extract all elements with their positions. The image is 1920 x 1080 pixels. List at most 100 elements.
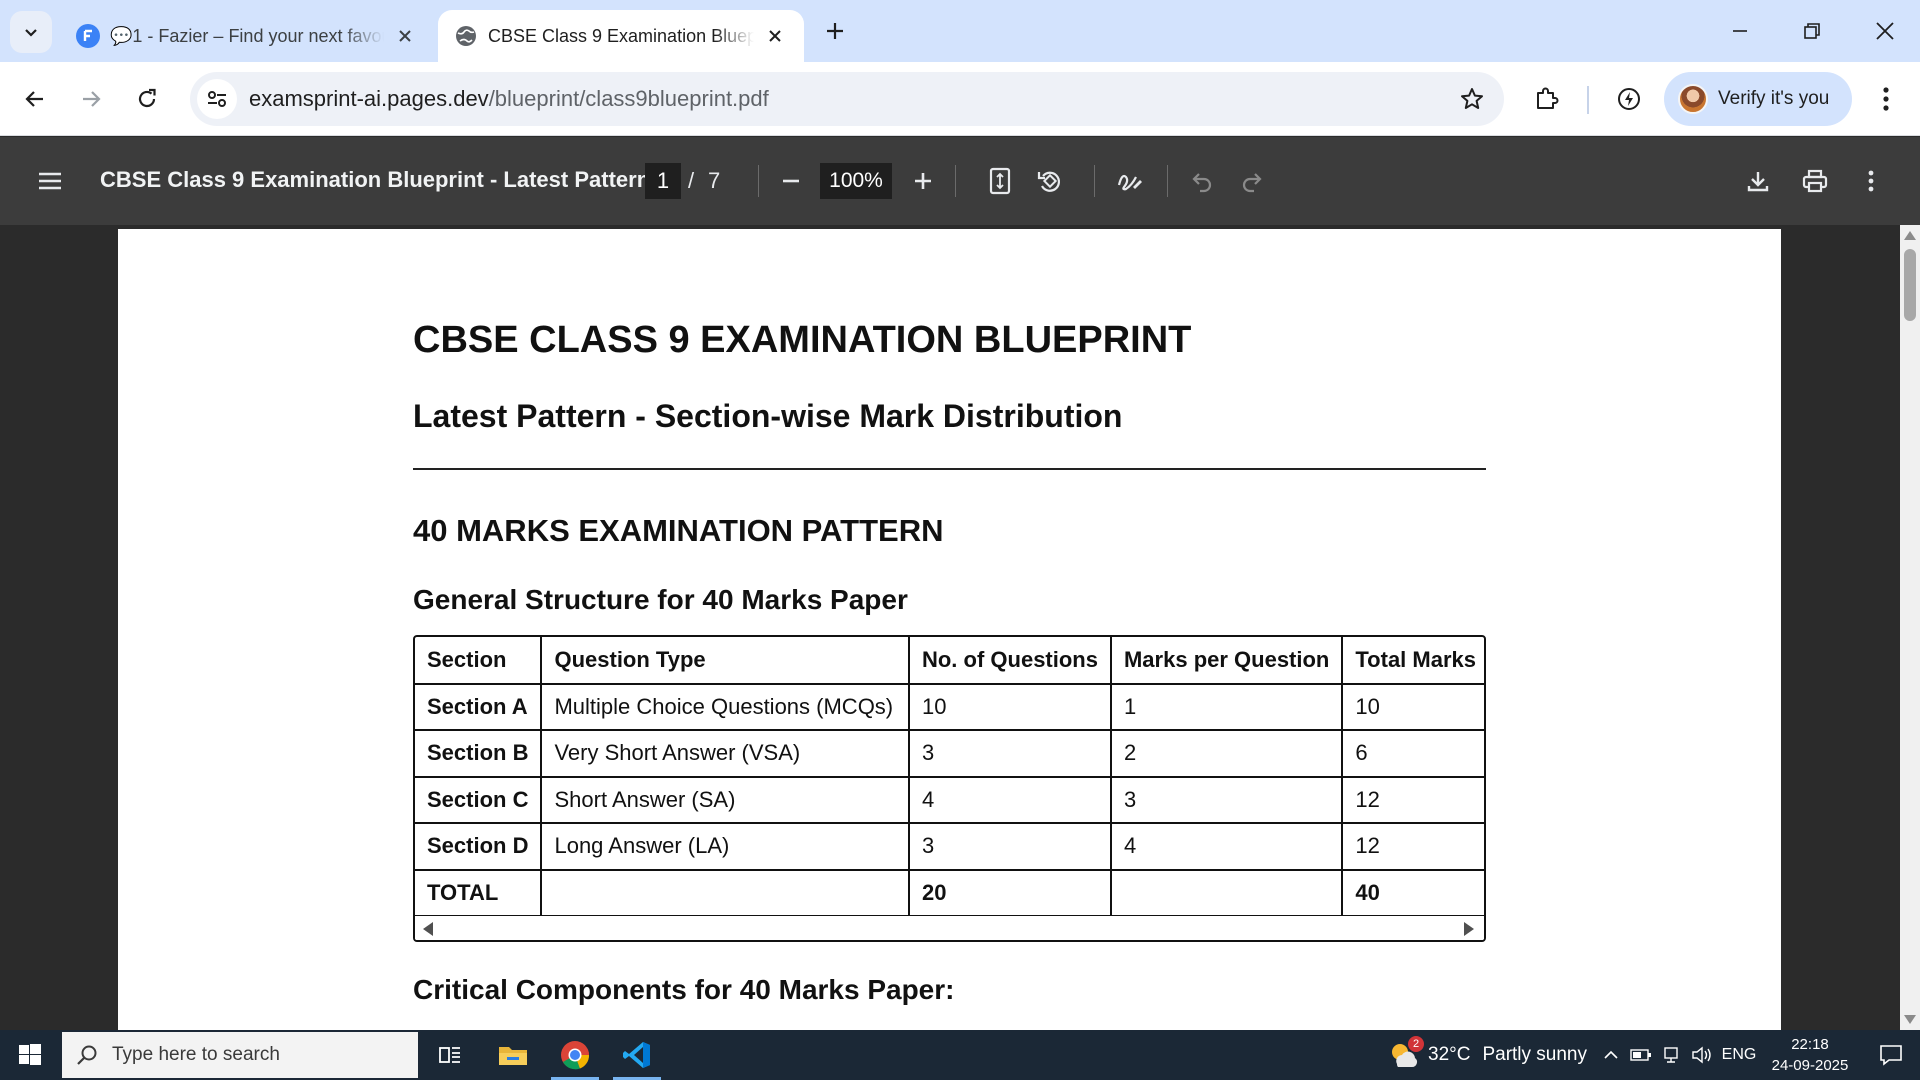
annotate-pen-icon[interactable] xyxy=(1110,161,1150,201)
close-window-icon xyxy=(1875,21,1895,41)
close-icon[interactable] xyxy=(392,23,418,49)
fit-to-page-icon[interactable] xyxy=(980,161,1020,201)
table-horizontal-scrollbar[interactable] xyxy=(415,916,1484,940)
forward-icon xyxy=(79,87,103,111)
system-clock[interactable]: 22:18 24-09-2025 xyxy=(1762,1034,1858,1076)
table-header-cell: Question Type xyxy=(540,637,910,685)
verify-label: Verify it's you xyxy=(1718,88,1830,109)
table-cell: 6 xyxy=(1341,729,1484,778)
tab-title: CBSE Class 9 Examination Blueprint xyxy=(488,25,754,46)
minimize-button[interactable] xyxy=(1710,10,1770,52)
table-cell: Section B xyxy=(415,729,543,778)
table-cell: 4 xyxy=(1109,822,1344,871)
rotate-icon[interactable] xyxy=(1030,161,1070,201)
table-row: Section D Long Answer (LA) 3 4 12 xyxy=(415,822,1484,871)
notification-icon xyxy=(1879,1044,1903,1066)
tab-fazier[interactable]: 💬1 - Fazier – Find your next favourite xyxy=(60,10,434,62)
extensions-icon[interactable] xyxy=(1527,80,1565,118)
table-header-cell: No. of Questions xyxy=(907,637,1112,685)
pdf-page: CBSE CLASS 9 EXAMINATION BLUEPRINT Lates… xyxy=(118,229,1781,1030)
download-icon[interactable] xyxy=(1738,161,1778,201)
close-icon[interactable] xyxy=(762,23,788,49)
performance-icon[interactable] xyxy=(1610,80,1648,118)
sidebar-menu-icon[interactable] xyxy=(30,161,70,201)
page-number-input[interactable]: 1 xyxy=(645,163,681,199)
windows-taskbar: Type here to search 2 32°C Partly sunny xyxy=(0,1030,1920,1080)
vscode-taskbar-button[interactable] xyxy=(607,1030,667,1080)
close-window-button[interactable] xyxy=(1855,10,1915,52)
table-cell: 2 xyxy=(1109,729,1344,778)
language-indicator[interactable]: ENG xyxy=(1718,1030,1760,1080)
table-cell: 3 xyxy=(907,729,1112,778)
toolbar-divider xyxy=(758,165,759,197)
bookmark-star-icon[interactable] xyxy=(1456,83,1488,115)
page-total: 7 xyxy=(708,168,721,193)
scroll-up-icon[interactable] xyxy=(1904,231,1916,240)
toolbar-divider xyxy=(1094,165,1095,197)
forward-button[interactable] xyxy=(70,78,112,120)
scroll-right-icon[interactable] xyxy=(1464,922,1474,936)
scroll-down-icon[interactable] xyxy=(1904,1015,1916,1024)
zoom-level-input[interactable]: 100% xyxy=(820,163,892,199)
tab-blueprint[interactable]: CBSE Class 9 Examination Blueprint xyxy=(438,10,804,62)
table-cell: Section D xyxy=(415,822,543,871)
table-row: Section C Short Answer (SA) 4 3 12 xyxy=(415,775,1484,824)
site-info-icon[interactable] xyxy=(197,79,237,119)
url-text[interactable]: examsprint-ai.pages.dev/blueprint/class9… xyxy=(249,86,769,112)
network-icon[interactable] xyxy=(1658,1030,1684,1080)
vscode-icon xyxy=(622,1040,652,1070)
table-header-cell: Marks per Question xyxy=(1109,637,1344,685)
vertical-scrollbar[interactable] xyxy=(1900,225,1920,1030)
more-menu-icon[interactable] xyxy=(1868,80,1904,118)
start-button[interactable] xyxy=(0,1030,60,1080)
volume-icon[interactable] xyxy=(1688,1030,1716,1080)
restore-icon xyxy=(1803,22,1821,40)
redo-icon[interactable] xyxy=(1232,161,1272,201)
table-cell: 4 xyxy=(907,775,1112,824)
weather-badge: 2 xyxy=(1408,1036,1424,1052)
task-view-button[interactable] xyxy=(420,1030,480,1080)
new-tab-button[interactable] xyxy=(818,14,852,48)
file-explorer-button[interactable] xyxy=(483,1030,543,1080)
battery-icon[interactable] xyxy=(1628,1030,1654,1080)
pdf-toolbar: CBSE Class 9 Examination Blueprint - Lat… xyxy=(0,137,1920,225)
tab-strip: 💬1 - Fazier – Find your next favourite C… xyxy=(0,0,1920,62)
back-button[interactable] xyxy=(14,78,56,120)
address-bar[interactable]: examsprint-ai.pages.dev/blueprint/class9… xyxy=(190,72,1504,126)
restore-button[interactable] xyxy=(1782,10,1842,52)
table-cell: 12 xyxy=(1341,775,1484,824)
toolbar-divider xyxy=(1167,165,1168,197)
reload-button[interactable] xyxy=(126,78,168,120)
chrome-taskbar-button[interactable] xyxy=(545,1030,605,1080)
url-domain: examsprint-ai.pages.dev xyxy=(249,86,489,111)
pdf-more-icon[interactable] xyxy=(1851,161,1891,201)
new-tab-icon xyxy=(825,21,845,41)
zoom-out-button[interactable] xyxy=(771,161,811,201)
scroll-left-icon[interactable] xyxy=(423,922,433,936)
folder-icon xyxy=(498,1043,528,1067)
notification-center-button[interactable] xyxy=(1862,1030,1920,1080)
task-view-icon xyxy=(438,1044,462,1066)
zoom-in-button[interactable] xyxy=(903,161,943,201)
tab-search-button[interactable] xyxy=(10,11,52,53)
plus-icon xyxy=(913,171,933,191)
show-hidden-icons-button[interactable] xyxy=(1598,1030,1624,1080)
tab-search-icon xyxy=(22,23,40,41)
windows-logo-icon xyxy=(19,1044,41,1066)
undo-icon[interactable] xyxy=(1182,161,1222,201)
taskbar-search-box[interactable]: Type here to search xyxy=(62,1032,418,1078)
page-separator: / xyxy=(688,168,695,193)
table-heading: General Structure for 40 Marks Paper xyxy=(413,584,908,615)
weather-widget[interactable]: 2 32°C Partly sunny xyxy=(1388,1030,1587,1080)
print-icon[interactable] xyxy=(1795,161,1835,201)
table-cell: Long Answer (LA) xyxy=(540,822,910,871)
fazier-favicon-icon xyxy=(76,24,100,48)
pdf-document-area[interactable]: CBSE CLASS 9 EXAMINATION BLUEPRINT Lates… xyxy=(0,225,1920,1030)
scrollbar-thumb[interactable] xyxy=(1904,249,1916,321)
profile-verify-button[interactable]: Verify it's you xyxy=(1664,72,1852,126)
next-section-heading: Critical Components for 40 Marks Paper: xyxy=(413,974,955,1005)
table-cell: Section A xyxy=(415,682,543,731)
browser-toolbar: examsprint-ai.pages.dev/blueprint/class9… xyxy=(0,62,1920,136)
tab-title: 💬1 - Fazier – Find your next favourite xyxy=(110,25,384,46)
table-total-row: TOTAL 20 40 xyxy=(415,868,1484,917)
